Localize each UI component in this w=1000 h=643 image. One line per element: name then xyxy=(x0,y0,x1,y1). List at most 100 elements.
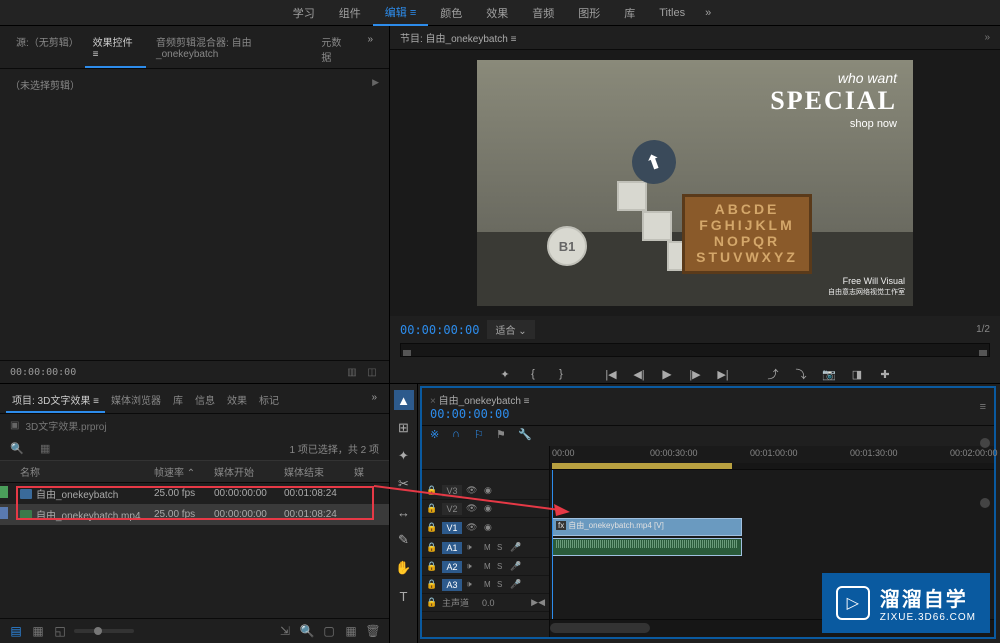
tab-library[interactable]: 库 xyxy=(167,388,189,413)
source-timecode[interactable]: 00:00:00:00 xyxy=(10,367,76,378)
ws-overflow-icon[interactable]: » xyxy=(697,7,719,19)
v-zoom-handle-top[interactable] xyxy=(980,438,990,448)
work-area-bar[interactable] xyxy=(552,463,732,469)
layout-icon[interactable]: ▦ xyxy=(40,442,54,456)
ws-tab-library[interactable]: 库 xyxy=(612,1,647,25)
ripple-tool-icon[interactable]: ✦ xyxy=(394,446,414,466)
mark-in-icon[interactable]: { xyxy=(524,365,542,383)
hand-tool-icon[interactable]: ✋ xyxy=(394,558,414,578)
playhead[interactable] xyxy=(552,470,553,619)
tab-effect-controls[interactable]: 效果控件 ≡ xyxy=(85,30,146,68)
col-end[interactable]: 媒体结束 xyxy=(284,464,354,479)
project-table: 名称 帧速率 ⌃ 媒体开始 媒体结束 媒 自由_onekeybatch 25.0… xyxy=(0,460,389,618)
play-icon[interactable]: ▶ xyxy=(658,365,676,383)
program-title: 节目: 自由_onekeybatch ≡ xyxy=(400,30,516,45)
tab-project[interactable]: 项目: 3D文字效果 ≡ xyxy=(6,388,105,413)
fit-dropdown[interactable]: 适合 ⌄ xyxy=(487,320,534,339)
export-frame-icon[interactable]: 📷 xyxy=(820,365,838,383)
preview-b1-badge: B1 xyxy=(547,226,587,266)
freeform-view-icon[interactable]: ◱ xyxy=(52,623,68,639)
ws-tab-editing[interactable]: 编辑 ≡ xyxy=(373,0,428,26)
type-tool-icon[interactable]: T xyxy=(394,586,414,606)
ws-tab-effects[interactable]: 效果 xyxy=(474,1,520,25)
track-select-tool-icon[interactable]: ⊞ xyxy=(394,418,414,438)
project-row-sequence[interactable]: 自由_onekeybatch 25.00 fps 00:00:00:00 00:… xyxy=(0,483,389,504)
auto-sequence-icon[interactable]: ⇲ xyxy=(277,623,293,639)
marker-icon[interactable]: ⚐ xyxy=(474,428,488,442)
trash-icon[interactable]: 🗑 xyxy=(365,623,381,639)
track-master[interactable]: 🔒主声道 0.0▶◀ xyxy=(422,594,549,612)
new-bin-icon[interactable]: ▢ xyxy=(321,623,337,639)
program-preview[interactable]: who want SPECIAL shop now B1 ⬆ ABCDE FGH… xyxy=(477,60,913,306)
clip-icon xyxy=(20,510,32,520)
track-a3[interactable]: 🔒A3🕩MS🎤 xyxy=(422,576,549,594)
program-scrubber[interactable] xyxy=(400,343,990,357)
workspace-bar: 学习 组件 编辑 ≡ 颜色 效果 音频 图形 库 Titles » xyxy=(0,0,1000,26)
link-icon[interactable]: ∩ xyxy=(452,428,466,442)
video-clip[interactable]: fx自由_onekeybatch.mp4 [V] xyxy=(552,518,742,536)
sequence-name[interactable]: × 自由_onekeybatch ≡ xyxy=(430,392,530,407)
razor-tool-icon[interactable]: ✂ xyxy=(394,474,414,494)
ws-tab-learn[interactable]: 学习 xyxy=(281,1,327,25)
bin-icon: ▣ xyxy=(10,420,19,431)
tab-source[interactable]: 源:（无剪辑） xyxy=(8,30,83,68)
col-name[interactable]: 名称 xyxy=(14,464,154,479)
wrench-icon[interactable]: 🔧 xyxy=(518,428,532,442)
col-media[interactable]: 媒 xyxy=(354,464,384,479)
ws-tab-titles[interactable]: Titles xyxy=(647,3,697,23)
track-a2[interactable]: 🔒A2🕩MS🎤 xyxy=(422,558,549,576)
lift-icon[interactable]: ⤴ xyxy=(764,365,782,383)
timeline-timecode[interactable]: 00:00:00:00 xyxy=(430,407,530,421)
source-tool-icon-1[interactable]: ▥ xyxy=(345,365,359,379)
tab-effects[interactable]: 效果 xyxy=(221,388,253,413)
settings-icon[interactable]: ✚ xyxy=(876,365,894,383)
effect-controls-body: （未选择剪辑） ▶ xyxy=(0,69,389,360)
tab-metadata[interactable]: 元数据 xyxy=(313,30,357,68)
track-a1[interactable]: 🔒A1🕩MS🎤 xyxy=(422,538,549,558)
pen-tool-icon[interactable]: ✎ xyxy=(394,530,414,550)
search-icon[interactable]: 🔍 xyxy=(10,442,24,456)
go-out-icon[interactable]: ▶| xyxy=(714,365,732,383)
source-tool-icon-2[interactable]: ◫ xyxy=(365,365,379,379)
icon-view-icon[interactable]: ▦ xyxy=(30,623,46,639)
tab-audio-mixer[interactable]: 音频剪辑混合器: 自由_onekeybatch xyxy=(148,30,311,68)
ws-tab-audio[interactable]: 音频 xyxy=(520,1,566,25)
project-overflow-icon[interactable]: » xyxy=(365,388,383,413)
add-marker-icon[interactable]: ✦ xyxy=(496,365,514,383)
track-v3[interactable]: 🔒V3👁◉ xyxy=(422,482,549,500)
col-fps[interactable]: 帧速率 ⌃ xyxy=(154,464,214,479)
col-start[interactable]: 媒体开始 xyxy=(214,464,284,479)
tab-media-browser[interactable]: 媒体浏览器 xyxy=(105,388,167,413)
color-chip xyxy=(0,507,8,519)
list-view-icon[interactable]: ▤ xyxy=(8,623,24,639)
extract-icon[interactable]: ⤵ xyxy=(792,365,810,383)
step-back-icon[interactable]: ◀| xyxy=(630,365,648,383)
ws-tab-graphics[interactable]: 图形 xyxy=(566,1,612,25)
timeline-ruler[interactable]: 00:00 00:00:30:00 00:01:00:00 00:01:30:0… xyxy=(550,446,994,469)
new-item-icon[interactable]: ▦ xyxy=(343,623,359,639)
audio-clip[interactable] xyxy=(552,538,742,556)
ws-tab-color[interactable]: 颜色 xyxy=(428,1,474,25)
slip-tool-icon[interactable]: ↔ xyxy=(394,502,414,522)
timeline-menu-icon[interactable]: ≡ xyxy=(980,401,986,413)
snap-icon[interactable]: ※ xyxy=(430,428,444,442)
mark-out-icon[interactable]: } xyxy=(552,365,570,383)
ws-tab-assembly[interactable]: 组件 xyxy=(327,1,373,25)
source-overflow-icon[interactable]: » xyxy=(359,30,381,68)
tab-markers[interactable]: 标记 xyxy=(253,388,285,413)
program-menu-icon[interactable]: » xyxy=(984,32,990,43)
zoom-slider[interactable] xyxy=(74,629,134,633)
track-v2[interactable]: 🔒V2👁◉ xyxy=(422,500,549,518)
settings-icon[interactable]: ⚑ xyxy=(496,428,510,442)
go-in-icon[interactable]: |◀ xyxy=(602,365,620,383)
program-timecode[interactable]: 00:00:00:00 xyxy=(400,323,479,337)
find-icon[interactable]: 🔍 xyxy=(299,623,315,639)
project-row-clip[interactable]: 自由_onekeybatch.mp4 25.00 fps 00:00:00:00… xyxy=(0,504,389,525)
collapse-icon[interactable]: ▶ xyxy=(372,77,379,88)
selection-tool-icon[interactable]: ▲ xyxy=(394,390,414,410)
tab-info[interactable]: 信息 xyxy=(189,388,221,413)
step-fwd-icon[interactable]: |▶ xyxy=(686,365,704,383)
v-zoom-handle-mid[interactable] xyxy=(980,498,990,508)
comparison-icon[interactable]: ◨ xyxy=(848,365,866,383)
track-v1[interactable]: 🔒V1👁◉ xyxy=(422,518,549,538)
